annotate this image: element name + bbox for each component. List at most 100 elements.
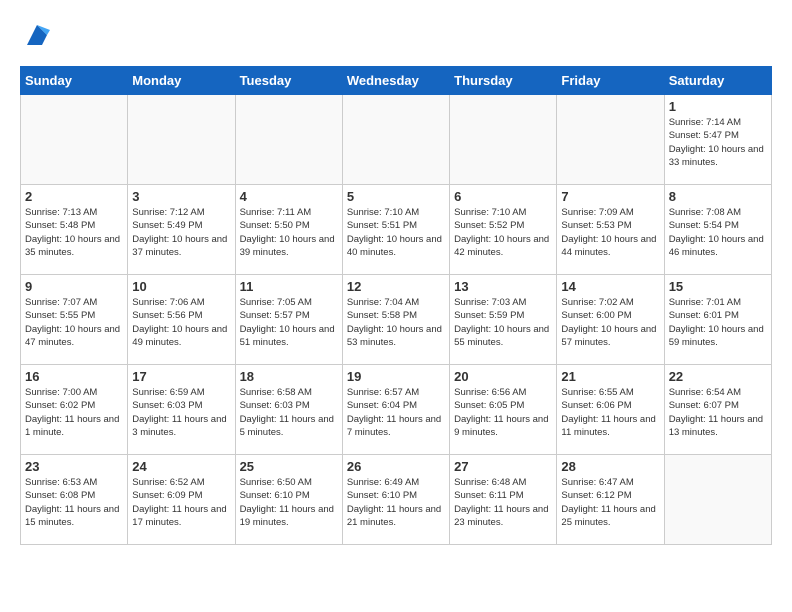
day-number: 23 [25, 459, 123, 474]
day-info: Sunrise: 7:14 AM Sunset: 5:47 PM Dayligh… [669, 116, 767, 169]
day-info: Sunrise: 7:06 AM Sunset: 5:56 PM Dayligh… [132, 296, 230, 349]
calendar-cell: 11 Sunrise: 7:05 AM Sunset: 5:57 PM Dayli… [235, 275, 342, 365]
day-number: 6 [454, 189, 552, 204]
day-number: 27 [454, 459, 552, 474]
day-number: 12 [347, 279, 445, 294]
page-header [20, 20, 772, 56]
calendar-cell: 16 Sunrise: 7:00 AM Sunset: 6:02 PM Dayli… [21, 365, 128, 455]
logo [20, 20, 52, 56]
week-row-1: 1 Sunrise: 7:14 AM Sunset: 5:47 PM Daylig… [21, 95, 772, 185]
calendar-cell: 22 Sunrise: 6:54 AM Sunset: 6:07 PM Dayli… [664, 365, 771, 455]
calendar-cell: 21 Sunrise: 6:55 AM Sunset: 6:06 PM Dayli… [557, 365, 664, 455]
day-info: Sunrise: 7:02 AM Sunset: 6:00 PM Dayligh… [561, 296, 659, 349]
calendar-cell: 2 Sunrise: 7:13 AM Sunset: 5:48 PM Daylig… [21, 185, 128, 275]
calendar-cell [342, 95, 449, 185]
day-info: Sunrise: 6:56 AM Sunset: 6:05 PM Dayligh… [454, 386, 552, 439]
day-header-wednesday: Wednesday [342, 67, 449, 95]
calendar-cell: 4 Sunrise: 7:11 AM Sunset: 5:50 PM Daylig… [235, 185, 342, 275]
day-number: 3 [132, 189, 230, 204]
calendar-cell: 8Sunrise: 7:08 AM Sunset: 5:54 PM Daylig… [664, 185, 771, 275]
day-number: 5 [347, 189, 445, 204]
day-number: 7 [561, 189, 659, 204]
day-number: 1 [669, 99, 767, 114]
day-number: 10 [132, 279, 230, 294]
calendar-cell: 19 Sunrise: 6:57 AM Sunset: 6:04 PM Dayli… [342, 365, 449, 455]
day-info: Sunrise: 6:58 AM Sunset: 6:03 PM Dayligh… [240, 386, 338, 439]
calendar-cell: 10 Sunrise: 7:06 AM Sunset: 5:56 PM Dayli… [128, 275, 235, 365]
day-number: 25 [240, 459, 338, 474]
day-number: 9 [25, 279, 123, 294]
calendar-cell: 24 Sunrise: 6:52 AM Sunset: 6:09 PM Dayli… [128, 455, 235, 545]
calendar-cell: 28 Sunrise: 6:47 AM Sunset: 6:12 PM Dayli… [557, 455, 664, 545]
day-info: Sunrise: 6:54 AM Sunset: 6:07 PM Dayligh… [669, 386, 767, 439]
day-info: Sunrise: 7:05 AM Sunset: 5:57 PM Dayligh… [240, 296, 338, 349]
day-info: Sunrise: 6:55 AM Sunset: 6:06 PM Dayligh… [561, 386, 659, 439]
calendar-cell: 12 Sunrise: 7:04 AM Sunset: 5:58 PM Dayli… [342, 275, 449, 365]
calendar-cell: 23 Sunrise: 6:53 AM Sunset: 6:08 PM Dayli… [21, 455, 128, 545]
calendar-cell: 26 Sunrise: 6:49 AM Sunset: 6:10 PM Dayli… [342, 455, 449, 545]
logo-icon [22, 20, 52, 50]
day-number: 18 [240, 369, 338, 384]
day-info: Sunrise: 7:13 AM Sunset: 5:48 PM Dayligh… [25, 206, 123, 259]
calendar-cell [557, 95, 664, 185]
day-number: 22 [669, 369, 767, 384]
calendar-cell: 13 Sunrise: 7:03 AM Sunset: 5:59 PM Dayli… [450, 275, 557, 365]
day-number: 11 [240, 279, 338, 294]
day-header-saturday: Saturday [664, 67, 771, 95]
calendar-table: SundayMondayTuesdayWednesdayThursdayFrid… [20, 66, 772, 545]
day-number: 15 [669, 279, 767, 294]
day-header-friday: Friday [557, 67, 664, 95]
day-info: Sunrise: 7:12 AM Sunset: 5:49 PM Dayligh… [132, 206, 230, 259]
day-info: Sunrise: 7:00 AM Sunset: 6:02 PM Dayligh… [25, 386, 123, 439]
calendar-cell: 18 Sunrise: 6:58 AM Sunset: 6:03 PM Dayli… [235, 365, 342, 455]
calendar-cell: 7 Sunrise: 7:09 AM Sunset: 5:53 PM Daylig… [557, 185, 664, 275]
calendar-cell [664, 455, 771, 545]
day-info: Sunrise: 7:07 AM Sunset: 5:55 PM Dayligh… [25, 296, 123, 349]
day-info: Sunrise: 7:09 AM Sunset: 5:53 PM Dayligh… [561, 206, 659, 259]
calendar-cell: 20 Sunrise: 6:56 AM Sunset: 6:05 PM Dayli… [450, 365, 557, 455]
day-number: 4 [240, 189, 338, 204]
week-row-5: 23 Sunrise: 6:53 AM Sunset: 6:08 PM Dayli… [21, 455, 772, 545]
calendar-cell: 9 Sunrise: 7:07 AM Sunset: 5:55 PM Daylig… [21, 275, 128, 365]
calendar-cell: 27 Sunrise: 6:48 AM Sunset: 6:11 PM Dayli… [450, 455, 557, 545]
day-number: 14 [561, 279, 659, 294]
calendar-cell [21, 95, 128, 185]
day-number: 24 [132, 459, 230, 474]
calendar-cell: 25Sunrise: 6:50 AM Sunset: 6:10 PM Dayli… [235, 455, 342, 545]
day-info: Sunrise: 6:47 AM Sunset: 6:12 PM Dayligh… [561, 476, 659, 529]
day-number: 19 [347, 369, 445, 384]
week-row-2: 2 Sunrise: 7:13 AM Sunset: 5:48 PM Daylig… [21, 185, 772, 275]
week-row-3: 9 Sunrise: 7:07 AM Sunset: 5:55 PM Daylig… [21, 275, 772, 365]
day-number: 28 [561, 459, 659, 474]
day-header-sunday: Sunday [21, 67, 128, 95]
day-info: Sunrise: 6:53 AM Sunset: 6:08 PM Dayligh… [25, 476, 123, 529]
day-number: 21 [561, 369, 659, 384]
day-info: Sunrise: 6:57 AM Sunset: 6:04 PM Dayligh… [347, 386, 445, 439]
day-header-tuesday: Tuesday [235, 67, 342, 95]
calendar-cell [450, 95, 557, 185]
day-number: 13 [454, 279, 552, 294]
day-info: Sunrise: 7:03 AM Sunset: 5:59 PM Dayligh… [454, 296, 552, 349]
day-number: 2 [25, 189, 123, 204]
day-number: 26 [347, 459, 445, 474]
day-number: 17 [132, 369, 230, 384]
calendar-cell: 17Sunrise: 6:59 AM Sunset: 6:03 PM Dayli… [128, 365, 235, 455]
week-row-4: 16 Sunrise: 7:00 AM Sunset: 6:02 PM Dayli… [21, 365, 772, 455]
day-info: Sunrise: 7:11 AM Sunset: 5:50 PM Dayligh… [240, 206, 338, 259]
calendar-cell [128, 95, 235, 185]
day-info: Sunrise: 6:49 AM Sunset: 6:10 PM Dayligh… [347, 476, 445, 529]
day-info: Sunrise: 6:52 AM Sunset: 6:09 PM Dayligh… [132, 476, 230, 529]
day-number: 16 [25, 369, 123, 384]
calendar-cell: 15Sunrise: 7:01 AM Sunset: 6:01 PM Dayli… [664, 275, 771, 365]
day-info: Sunrise: 7:04 AM Sunset: 5:58 PM Dayligh… [347, 296, 445, 349]
calendar-cell: 6 Sunrise: 7:10 AM Sunset: 5:52 PM Daylig… [450, 185, 557, 275]
calendar-cell: 5 Sunrise: 7:10 AM Sunset: 5:51 PM Daylig… [342, 185, 449, 275]
day-number: 8 [669, 189, 767, 204]
calendar-cell: 14 Sunrise: 7:02 AM Sunset: 6:00 PM Dayli… [557, 275, 664, 365]
day-header-thursday: Thursday [450, 67, 557, 95]
day-info: Sunrise: 7:10 AM Sunset: 5:51 PM Dayligh… [347, 206, 445, 259]
day-number: 20 [454, 369, 552, 384]
calendar-cell: 3 Sunrise: 7:12 AM Sunset: 5:49 PM Daylig… [128, 185, 235, 275]
day-info: Sunrise: 7:10 AM Sunset: 5:52 PM Dayligh… [454, 206, 552, 259]
day-info: Sunrise: 6:48 AM Sunset: 6:11 PM Dayligh… [454, 476, 552, 529]
